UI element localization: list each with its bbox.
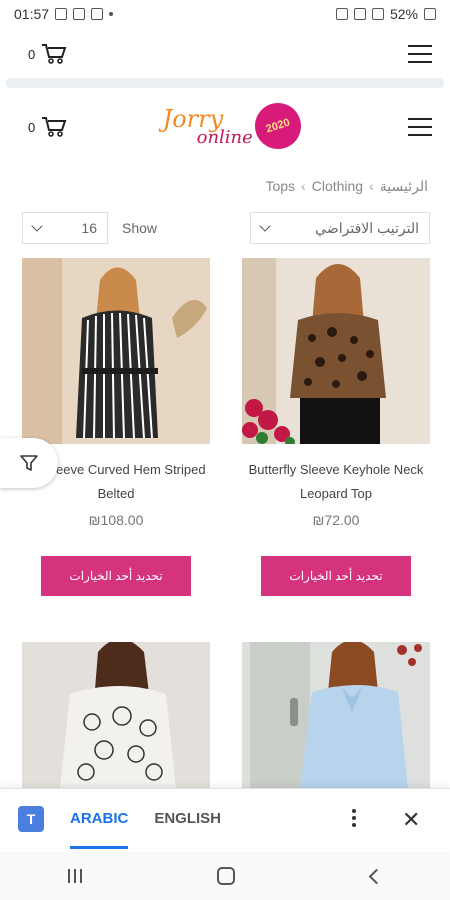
cart-icon	[42, 44, 67, 64]
cart-icon	[42, 117, 67, 137]
alarm-icon	[335, 8, 348, 20]
mute-icon	[353, 8, 366, 20]
status-right: 52%	[335, 6, 436, 22]
product-price: ₪72.00	[312, 512, 360, 528]
more-notifications-dot-icon	[109, 12, 114, 16]
breadcrumb-home[interactable]: الرئيسية	[380, 178, 428, 195]
tab-arabic[interactable]: ARABIC	[70, 789, 129, 849]
product-image[interactable]	[242, 642, 430, 788]
status-time: 01:57	[14, 6, 50, 22]
chevron-down-icon	[31, 220, 43, 232]
more-options-icon[interactable]	[352, 809, 356, 827]
shop-toolbar: 16 Show الترتيب الافتراضي	[22, 211, 430, 245]
breadcrumb-tops: Tops	[265, 178, 296, 194]
select-options-button[interactable]: تحديد أحد الخيارات	[261, 556, 411, 596]
header-cart-button[interactable]: 0	[28, 116, 67, 138]
product-image[interactable]	[22, 258, 210, 444]
status-bar: 01:57 52%	[0, 0, 450, 28]
breadcrumb: Tops ‹ Clothing ‹ الرئيسية	[265, 178, 428, 195]
show-label: Show	[122, 220, 158, 236]
header-cart-count: 0	[28, 119, 36, 135]
google-translate-icon: T	[18, 805, 44, 832]
product-image-art	[22, 642, 210, 788]
check-notification-icon	[91, 8, 104, 20]
status-left: 01:57	[14, 6, 114, 22]
breadcrumb-clothing[interactable]: Clothing	[312, 178, 363, 195]
home-icon[interactable]	[217, 867, 236, 885]
per-page-value: 16	[81, 220, 97, 236]
logo-badge: 2020	[248, 97, 307, 155]
filter-icon	[20, 455, 38, 471]
signal-icon	[371, 8, 384, 20]
product-image[interactable]	[22, 642, 210, 788]
product-image-art	[242, 642, 430, 788]
site-logo[interactable]: Jorry online 2020	[163, 97, 313, 157]
battery-percent: 52%	[389, 6, 418, 22]
logo-text-online: online	[196, 127, 253, 148]
breadcrumb-separator-icon: ‹	[369, 178, 374, 194]
per-page-control: 16 Show	[22, 212, 157, 244]
filter-button[interactable]	[0, 438, 58, 488]
back-icon[interactable]	[368, 868, 385, 884]
sticky-top-bar: 0	[0, 30, 450, 78]
system-nav-bar	[0, 852, 450, 900]
product-card[interactable]: Butterfly Sleeve Keyhole Neck Leopard To…	[242, 258, 430, 596]
chevron-down-icon	[259, 220, 271, 232]
menu-icon[interactable]	[408, 45, 432, 63]
breadcrumb-separator-icon: ‹	[301, 178, 306, 194]
product-image-art	[22, 258, 210, 444]
recent-apps-icon[interactable]	[67, 869, 82, 883]
cart-count: 0	[28, 46, 36, 62]
product-image-art	[242, 258, 430, 444]
divider	[6, 78, 444, 88]
battery-icon	[424, 8, 436, 20]
translate-bar: T ARABIC ENGLISH ✕	[0, 788, 450, 849]
product-price: ₪108.00	[88, 512, 144, 528]
sort-value: الترتيب الافتراضي	[315, 219, 419, 236]
sort-select[interactable]: الترتيب الافتراضي	[250, 212, 430, 244]
header-menu-icon[interactable]	[407, 118, 432, 136]
product-card[interactable]: ng Sleeve Curved Hem Striped Belted ₪108…	[22, 258, 210, 596]
select-options-button[interactable]: تحديد أحد الخيارات	[41, 556, 191, 596]
site-header: 0 Jorry online 2020	[0, 88, 450, 166]
cart-button[interactable]: 0	[28, 43, 67, 65]
per-page-select[interactable]: 16	[22, 212, 108, 244]
gallery-notification-icon	[55, 8, 68, 20]
tab-english[interactable]: ENGLISH	[154, 789, 221, 849]
usb-notification-icon	[73, 8, 86, 20]
product-image[interactable]	[242, 258, 430, 444]
product-card[interactable]	[242, 642, 430, 788]
close-icon[interactable]: ✕	[402, 807, 420, 833]
product-title[interactable]: Butterfly Sleeve Keyhole Neck Leopard To…	[242, 458, 430, 506]
product-card[interactable]	[22, 642, 210, 788]
